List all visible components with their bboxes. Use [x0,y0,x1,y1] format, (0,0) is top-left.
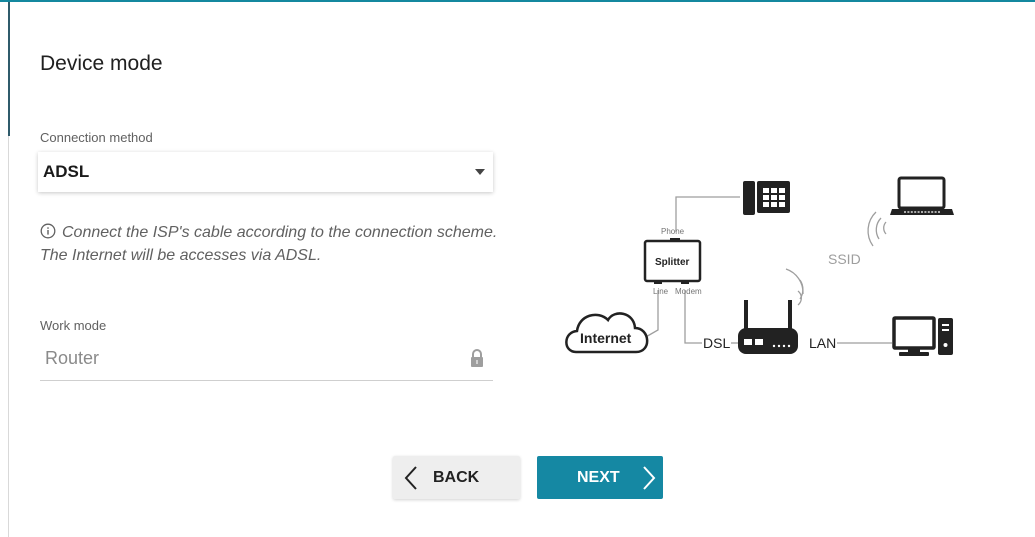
desktop-computer-icon [892,316,953,356]
page-title: Device mode [40,52,163,75]
wifi-signal-icon [785,268,804,306]
info-icon [40,223,56,239]
connection-method-label: Connection method [40,130,153,145]
dsl-label: DSL [703,335,730,351]
chevron-left-icon [404,466,417,490]
splitter-label: Splitter [655,257,690,268]
laptop-icon [890,176,954,215]
router-icon [738,300,798,354]
lan-label: LAN [809,335,836,351]
lock-icon [471,349,483,367]
connection-method-value: ADSL [43,162,90,181]
connection-info-text: Connect the ISP's cable according to the… [40,221,500,267]
phone-port-label: Phone [661,227,685,236]
top-accent-bar [0,0,1035,2]
dropdown-caret-icon [475,169,485,175]
back-button[interactable]: BACK [393,456,520,499]
telephone-icon [743,181,790,215]
work-mode-field: Router [40,340,493,381]
wifi-signal-icon [867,211,887,247]
work-mode-label: Work mode [40,318,107,333]
ssid-label: SSID [828,251,861,267]
chevron-right-icon [643,466,656,490]
info-message: Connect the ISP's cable according to the… [40,224,498,264]
next-button-label: NEXT [577,469,620,486]
work-mode-value: Router [45,348,100,368]
line-port-label: Line [653,287,669,296]
left-panel-border [8,136,9,537]
modem-port-label: Modem [675,287,702,296]
left-panel-edge [8,2,10,136]
back-button-label: BACK [433,469,480,486]
internet-label: Internet [580,330,632,346]
next-button[interactable]: NEXT [537,456,663,499]
connection-method-select[interactable]: ADSL [38,152,493,192]
connection-scheme-diagram: Phone Splitter Line Modem Internet DSL L… [565,176,954,356]
